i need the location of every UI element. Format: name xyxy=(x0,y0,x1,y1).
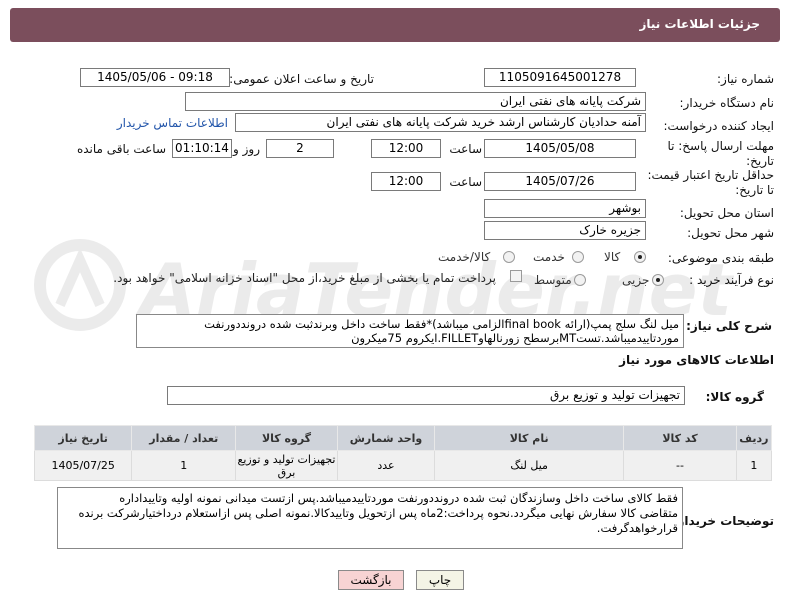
announce-label: تاریخ و ساعت اعلان عمومی: xyxy=(229,72,374,86)
header-bar: جزئیات اطلاعات نیاز xyxy=(10,8,780,42)
goods-info-title: اطلاعات کالاهای مورد نیاز xyxy=(619,353,774,367)
cell-name: میل لنگ xyxy=(434,450,625,481)
cell-unit: عدد xyxy=(336,450,436,481)
col-header-code: کد کالا xyxy=(623,425,737,451)
table-row[interactable]: 1 -- میل لنگ عدد تجهیزات تولید و توزیع ب… xyxy=(33,450,773,481)
province-field: بوشهر xyxy=(484,199,646,218)
price-time-field: 12:00 xyxy=(371,172,441,191)
remaining-time-field: 01:10:14 xyxy=(172,139,232,158)
col-header-unit: واحد شمارش xyxy=(336,425,436,451)
process-label: نوع فرآیند خرید : xyxy=(689,273,774,287)
days-label: روز و xyxy=(233,142,260,156)
province-label: استان محل تحویل: xyxy=(679,206,774,220)
category-option-both-label: کالا/خدمت xyxy=(438,250,491,264)
col-header-group: گروه کالا xyxy=(235,425,338,451)
description-line-1: میل لنگ سلج پمپ(ارائه final bookالزامی م… xyxy=(204,317,679,331)
need-number-field: 1105091645001278 xyxy=(484,68,636,87)
price-time-label: ساعت xyxy=(449,175,482,189)
description-label: شرح کلی نیاز: xyxy=(686,319,772,333)
buyer-notes-line-2: متقاضی کالا سفارش نهایی میگردد.نحوه پردا… xyxy=(78,506,678,520)
creator-label: ایجاد کننده درخواست: xyxy=(663,119,774,133)
announce-field: 1405/05/06 - 09:18 xyxy=(80,68,230,87)
process-option-medium-radio[interactable] xyxy=(574,274,586,286)
table-header-row: ردیف کد کالا نام کالا واحد شمارش گروه کا… xyxy=(33,425,773,451)
buyer-notes-line-1: فقط کالای ساخت داخل وسازندگان ثبت شده در… xyxy=(119,491,678,505)
reply-date-field: 1405/05/08 xyxy=(484,139,636,158)
treasury-payment-note: پرداخت تمام یا بخشی از مبلغ خرید،از محل … xyxy=(113,271,496,285)
col-header-row: ردیف xyxy=(735,425,773,451)
creator-field: آمنه حدادیان کارشناس ارشد خرید شرکت پایا… xyxy=(235,113,646,132)
back-button[interactable]: بازگشت xyxy=(338,570,404,590)
cell-quantity: 1 xyxy=(131,450,237,481)
goods-group-field: تجهیزات تولید و توزیع برق xyxy=(167,386,685,405)
process-option-minor-label: جزیی xyxy=(622,273,650,287)
category-option-both-radio[interactable] xyxy=(503,251,515,263)
buyer-org-field: شرکت پایانه های نفتی ایران xyxy=(185,92,646,111)
cell-row-number: 1 xyxy=(735,450,773,481)
cell-code: -- xyxy=(623,450,737,481)
remaining-label: ساعت باقی مانده xyxy=(76,142,166,156)
col-header-name: نام کالا xyxy=(434,425,625,451)
print-button[interactable]: چاپ xyxy=(416,570,464,590)
category-option-service-radio[interactable] xyxy=(572,251,584,263)
category-option-goods-radio[interactable] xyxy=(634,251,646,263)
page-title: جزئیات اطلاعات نیاز xyxy=(639,17,760,31)
col-header-date: تاریخ نیاز xyxy=(33,425,133,451)
city-field: جزیره خارک xyxy=(484,221,646,240)
process-option-medium-label: متوسط xyxy=(534,273,572,287)
cell-group: تجهیزات تولید و توزیع برق xyxy=(235,450,338,481)
items-table: ردیف کد کالا نام کالا واحد شمارش گروه کا… xyxy=(33,425,773,481)
city-label: شهر محل تحویل: xyxy=(687,226,774,240)
need-number-label: شماره نیاز: xyxy=(717,72,774,86)
col-header-quantity: تعداد / مقدار xyxy=(131,425,237,451)
category-option-goods-label: کالا xyxy=(604,250,621,264)
category-label: طبقه بندی موضوعی: xyxy=(667,251,774,265)
description-line-2: موردتاییدمیباشد.تستMTبرسطح زورنالهاوFILL… xyxy=(351,331,679,345)
treasury-payment-checkbox[interactable] xyxy=(510,270,522,282)
price-date-field: 1405/07/26 xyxy=(484,172,636,191)
buyer-notes-textarea[interactable]: فقط کالای ساخت داخل وسازندگان ثبت شده در… xyxy=(57,487,683,549)
category-option-service-label: خدمت xyxy=(533,250,565,264)
process-option-minor-radio[interactable] xyxy=(652,274,664,286)
days-field: 2 xyxy=(266,139,334,158)
description-textarea[interactable]: میل لنگ سلج پمپ(ارائه final bookالزامی م… xyxy=(136,314,684,348)
price-validity-label: حداقل تاریخ اعتبار قیمت: تا تاریخ: xyxy=(647,168,774,197)
contact-buyer-link[interactable]: اطلاعات تماس خریدار xyxy=(117,116,228,130)
buyer-notes-line-3: قرارخواهدگرفت. xyxy=(596,521,678,535)
cell-date: 1405/07/25 xyxy=(33,450,133,481)
reply-deadline-label: مهلت ارسال پاسخ: تا تاریخ: xyxy=(667,139,774,168)
goods-group-label: گروه کالا: xyxy=(705,390,764,404)
buyer-notes-label: توضیحات خریدار: xyxy=(672,514,774,528)
buyer-org-label: نام دستگاه خریدار: xyxy=(679,96,775,110)
reply-time-label: ساعت xyxy=(449,142,482,156)
reply-time-field: 12:00 xyxy=(371,139,441,158)
